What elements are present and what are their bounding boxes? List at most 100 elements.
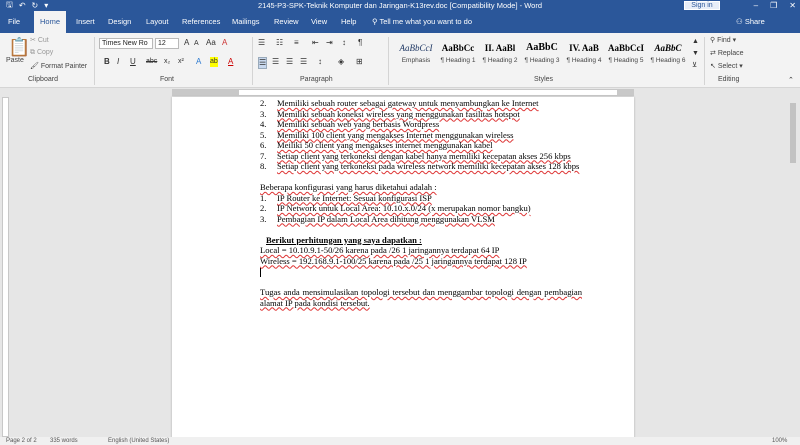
- bullets-icon[interactable]: ☰: [258, 38, 265, 48]
- style-sample: IV. AaB: [569, 43, 599, 53]
- decrease-indent-icon[interactable]: ⇤: [312, 38, 319, 48]
- word-count[interactable]: 335 words: [50, 437, 78, 445]
- list-number: 2.: [260, 98, 267, 108]
- tab-design[interactable]: Design: [108, 11, 131, 33]
- style-name: ¶ Heading 5: [608, 57, 644, 64]
- tab-file[interactable]: File: [8, 11, 20, 33]
- minimize-button[interactable]: –: [754, 0, 758, 11]
- show-formatting-icon[interactable]: ¶: [358, 38, 362, 48]
- ruler-text-area: [238, 89, 618, 96]
- horizontal-ruler[interactable]: [0, 88, 800, 97]
- zoom-level[interactable]: 100%: [772, 437, 787, 445]
- copy-button[interactable]: ⧉ Copy: [30, 49, 53, 57]
- list-number: 5.: [260, 129, 267, 140]
- list-item: 7. Setiap client yang terkoneksi dengan k…: [260, 151, 582, 162]
- styles-more-icon[interactable]: ⊻: [692, 61, 697, 71]
- grow-font-icon[interactable]: A: [184, 38, 189, 48]
- cut-button[interactable]: ✂ Cut: [30, 36, 49, 44]
- style-heading-3[interactable]: AaBbC ¶ Heading 3: [520, 35, 564, 71]
- superscript-button[interactable]: x²: [178, 57, 184, 67]
- tab-insert[interactable]: Insert: [76, 11, 95, 33]
- separator: [388, 37, 389, 85]
- change-case-icon[interactable]: Aa: [206, 38, 216, 48]
- list-text: IP Network untuk Local Area: 10.10.x.0/2…: [277, 203, 531, 213]
- local-calculation: Local = 10.10.9.1-50/26 karena pada /26 …: [260, 245, 500, 255]
- justify-icon[interactable]: ☰: [300, 57, 307, 67]
- restore-button[interactable]: ❐: [770, 0, 777, 11]
- list-text: Pembagian IP dalam Local Area dihitung m…: [277, 213, 495, 224]
- tab-help[interactable]: Help: [341, 11, 356, 33]
- line-spacing-icon[interactable]: ↕: [318, 57, 322, 67]
- paste-icon[interactable]: 📋: [8, 37, 30, 57]
- shrink-font-icon[interactable]: A: [194, 39, 199, 49]
- vertical-scrollbar[interactable]: [788, 97, 798, 437]
- sort-icon[interactable]: ↕: [342, 38, 346, 48]
- tell-me-search[interactable]: ⚲ Tell me what you want to do: [372, 11, 472, 33]
- close-button[interactable]: ✕: [789, 0, 796, 11]
- tab-mailings[interactable]: Mailings: [232, 11, 260, 33]
- style-heading-1[interactable]: AaBbCc ¶ Heading 1: [436, 35, 480, 71]
- sign-in-button[interactable]: Sign in: [684, 1, 720, 10]
- document-body[interactable]: 2. Memiliki sebuah router sebagai gateway…: [260, 98, 582, 308]
- collapse-ribbon-icon[interactable]: ⌃: [788, 76, 794, 86]
- select-button[interactable]: ↖ Select ▾: [710, 62, 743, 70]
- list-number: 3.: [260, 213, 267, 224]
- replace-button[interactable]: ⇄ Replace: [710, 49, 744, 57]
- styles-scroll-up-icon[interactable]: ▲: [692, 37, 699, 47]
- style-heading-6[interactable]: AaBbC ¶ Heading 6: [646, 35, 690, 71]
- italic-button[interactable]: I: [117, 57, 119, 67]
- ruler-right-margin: [618, 89, 634, 96]
- chevron-down-icon: ▾: [730, 37, 737, 44]
- vertical-ruler[interactable]: [2, 97, 9, 437]
- find-button[interactable]: ⚲ Find ▾: [710, 36, 736, 44]
- scissors-icon: ✂: [30, 37, 38, 44]
- share-button[interactable]: ⚇ Share: [736, 11, 765, 33]
- style-sample: AaBbCc: [441, 43, 475, 53]
- align-center-icon[interactable]: ☰: [272, 57, 279, 67]
- bold-button[interactable]: B: [104, 57, 110, 67]
- list-number: 3.: [260, 108, 267, 119]
- tab-review[interactable]: Review: [274, 11, 299, 33]
- font-group-label: Font: [160, 76, 175, 83]
- replace-label: Replace: [717, 50, 744, 57]
- list-item: 6. Meiliki 50 client yang mengakses inter…: [260, 140, 582, 151]
- underline-button[interactable]: U: [130, 57, 136, 67]
- font-name-select[interactable]: Times New Ro: [99, 38, 153, 49]
- style-heading-4[interactable]: IV. AaB ¶ Heading 4: [562, 35, 606, 71]
- paste-button[interactable]: Paste: [6, 57, 24, 64]
- font-size-select[interactable]: 12: [155, 38, 179, 49]
- subscript-button[interactable]: x₂: [164, 57, 170, 67]
- styles-scroll-down-icon[interactable]: ▼: [692, 49, 699, 59]
- style-heading-5[interactable]: AaBbCcI ¶ Heading 5: [604, 35, 648, 71]
- tab-view[interactable]: View: [311, 11, 327, 33]
- align-left-icon[interactable]: ☰: [258, 57, 268, 69]
- multilevel-list-icon[interactable]: ≡: [294, 38, 299, 48]
- list-number: 1.: [260, 192, 267, 203]
- align-right-icon[interactable]: ☰: [286, 57, 293, 67]
- tab-layout[interactable]: Layout: [146, 11, 169, 33]
- borders-icon[interactable]: ⊞: [356, 57, 363, 67]
- style-heading-2[interactable]: II. AaBl ¶ Heading 2: [478, 35, 522, 71]
- copy-label: Copy: [36, 49, 54, 56]
- tab-home[interactable]: Home: [34, 11, 67, 33]
- tab-references[interactable]: References: [182, 11, 220, 33]
- config-list: 1. IP Router ke Internet: Sesuai konfigur…: [260, 193, 582, 225]
- strikethrough-button[interactable]: abc: [146, 57, 157, 67]
- shading-icon[interactable]: ◈: [338, 57, 344, 67]
- font-color-icon[interactable]: A: [228, 57, 233, 67]
- format-painter-label: Format Painter: [40, 63, 88, 70]
- cursor-icon: ↖: [710, 63, 718, 70]
- highlight-color-icon[interactable]: ab: [210, 57, 218, 67]
- page-count[interactable]: Page 2 of 2: [6, 437, 37, 445]
- text-effects-icon[interactable]: A: [196, 57, 201, 67]
- clear-formatting-icon[interactable]: A: [222, 38, 227, 48]
- format-painter-button[interactable]: 🖌 Format Painter: [30, 62, 87, 70]
- language-indicator[interactable]: English (United States): [108, 437, 169, 445]
- style-emphasis[interactable]: AaBbCcI Emphasis: [394, 35, 438, 71]
- increase-indent-icon[interactable]: ⇥: [326, 38, 333, 48]
- scrollbar-thumb[interactable]: [790, 103, 796, 163]
- numbering-icon[interactable]: ☷: [276, 38, 283, 48]
